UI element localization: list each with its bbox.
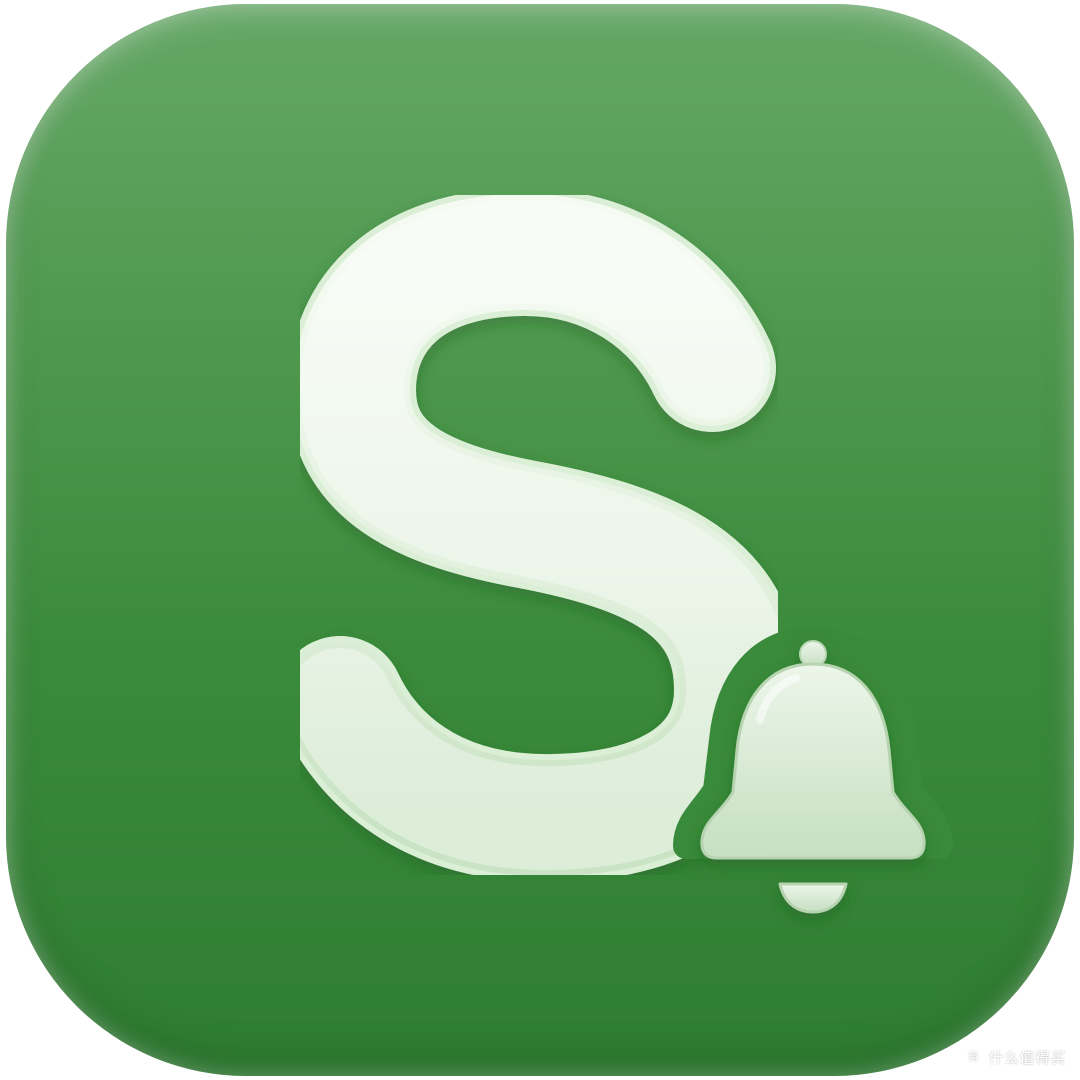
s-letter-glyph — [276, 188, 802, 883]
watermark: 值 什么值得买 — [964, 1047, 1066, 1068]
watermark-logo-icon: 值 — [964, 1048, 983, 1067]
watermark-text: 什么值得买 — [988, 1049, 1066, 1067]
icon-canvas: 值 什么值得买 — [0, 0, 1080, 1080]
app-icon-artwork — [276, 188, 953, 914]
